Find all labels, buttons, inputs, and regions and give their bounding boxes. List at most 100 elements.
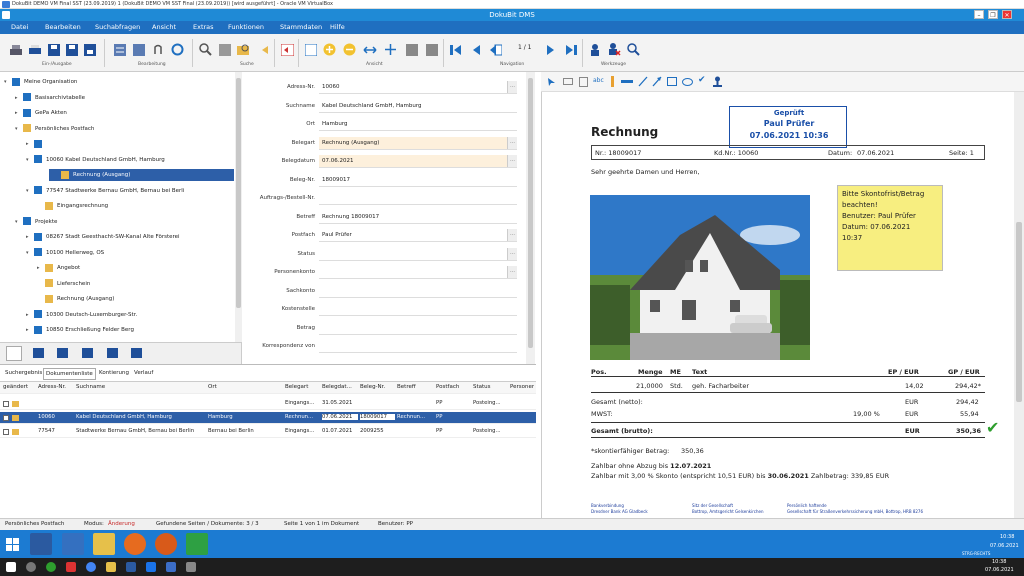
tab-dokumentenliste[interactable]: Dokumentenliste <box>43 368 96 380</box>
menu-ansicht[interactable]: Ansicht <box>152 21 176 34</box>
line-icon[interactable] <box>638 76 648 89</box>
row-checkbox[interactable] <box>3 429 9 435</box>
check-icon[interactable]: ✔ <box>698 75 706 85</box>
page-view-icon[interactable] <box>303 42 318 57</box>
tree-tab-zip-icon[interactable] <box>107 348 118 358</box>
field-input[interactable]: 07.06.2021… <box>319 155 517 168</box>
taskbar-app-2-icon[interactable] <box>62 533 84 555</box>
form-icon[interactable] <box>112 42 127 57</box>
table-row[interactable]: Eingangs... 31.05.2021 PP Posteing... <box>0 398 536 410</box>
fit-width-icon[interactable] <box>362 42 377 57</box>
tree-node[interactable]: 10300 Deutsch-Luxemburger-Str. <box>34 309 137 321</box>
user-delete-icon[interactable] <box>607 42 622 57</box>
chrome-icon[interactable] <box>86 562 96 572</box>
tree-node[interactable]: 08267 Stadt Geesthacht-SW-Kanal Alte För… <box>34 231 180 243</box>
tree-tab-calendar-icon[interactable] <box>57 348 68 358</box>
field-input[interactable]: Kabel Deutschland GmbH, Hamburg <box>319 100 517 113</box>
back-yellow-icon[interactable] <box>256 42 271 57</box>
arrow-icon[interactable] <box>652 76 662 89</box>
first-page-icon[interactable] <box>448 42 463 57</box>
column-header[interactable]: Betreff <box>397 384 434 390</box>
menu-datei[interactable]: Datei <box>11 21 28 34</box>
expand-icon[interactable]: ▸ <box>15 110 18 116</box>
tree-node[interactable]: 10850 Erschließung Felder Berg <box>34 324 134 336</box>
field-input[interactable] <box>319 340 517 353</box>
file-explorer-icon[interactable] <box>93 533 115 555</box>
lookup-button[interactable]: … <box>507 229 517 241</box>
export-icon[interactable] <box>82 42 97 57</box>
marker-icon[interactable] <box>611 76 614 87</box>
host-app-2-icon[interactable] <box>66 562 76 572</box>
collapse-icon[interactable]: ▾ <box>26 188 29 194</box>
prev-page-icon[interactable] <box>468 42 483 57</box>
attach-icon[interactable] <box>150 42 165 57</box>
printer-icon[interactable] <box>27 42 42 57</box>
last-page-icon[interactable] <box>563 42 578 57</box>
row-checkbox[interactable] <box>3 401 9 407</box>
menu-funktionen[interactable]: Funktionen <box>228 21 264 34</box>
prev-doc-icon[interactable] <box>488 42 503 57</box>
menu-bearbeiten[interactable]: Bearbeiten <box>45 21 81 34</box>
close-icon[interactable]: ✕ <box>1002 10 1012 19</box>
menu-extras[interactable]: Extras <box>193 21 214 34</box>
note-icon[interactable] <box>579 77 588 87</box>
lookup-button[interactable]: … <box>507 266 517 278</box>
menu-suchabfragen[interactable]: Suchabfragen <box>95 21 140 34</box>
pointer-icon[interactable] <box>547 77 556 89</box>
tree-tab-list-icon[interactable] <box>131 348 142 358</box>
field-input[interactable]: 10060… <box>319 81 517 94</box>
field-input[interactable]: 18009017 <box>319 174 517 187</box>
column-header[interactable]: Postfach <box>436 384 471 390</box>
zoom-in-icon[interactable] <box>322 42 337 57</box>
user-icon[interactable] <box>587 42 602 57</box>
taskbar-app-1-icon[interactable] <box>30 533 52 555</box>
tab-suchergebnis[interactable]: Suchergebnis <box>3 370 44 376</box>
zoom-out-icon[interactable] <box>342 42 357 57</box>
stamp-icon[interactable] <box>713 76 722 90</box>
field-input[interactable]: Rechnung (Ausgang)… <box>319 136 517 150</box>
host-folder-icon[interactable] <box>106 562 116 572</box>
menu-hilfe[interactable]: Hilfe <box>330 21 345 34</box>
tree-node[interactable]: Projekte <box>23 216 57 228</box>
list-icon[interactable] <box>131 42 146 57</box>
host-app-1-icon[interactable] <box>46 562 56 572</box>
column-header[interactable]: Beleg-Nr. <box>360 384 395 390</box>
column-header[interactable]: Adress-Nr. <box>38 384 74 390</box>
collapse-icon[interactable]: ▾ <box>26 157 29 163</box>
tree-node[interactable]: Eingangsrechnung <box>45 200 108 212</box>
field-input[interactable]: Rechnung 18009017 <box>319 211 517 224</box>
windows-start-icon[interactable] <box>6 538 19 553</box>
expand-icon[interactable]: ▸ <box>26 327 29 333</box>
tree-node[interactable]: Meine Organisation <box>12 76 77 88</box>
column-header[interactable]: geändert <box>3 384 36 390</box>
field-input[interactable] <box>319 192 517 205</box>
column-header[interactable]: Belegdat... <box>322 384 358 390</box>
column-header[interactable]: Belegart <box>285 384 320 390</box>
column-header[interactable]: Status <box>473 384 508 390</box>
maximize-icon[interactable]: ❐ <box>988 10 998 19</box>
next-page-icon[interactable] <box>543 42 558 57</box>
field-input[interactable]: … <box>319 266 517 279</box>
host-search-icon[interactable] <box>26 562 36 572</box>
tree-node[interactable]: Lieferschein <box>45 278 90 290</box>
table-row[interactable]: 10060 Kabel Deutschland GmbH, Hamburg Hamb… <box>0 412 536 424</box>
search-folder-icon[interactable] <box>236 42 251 57</box>
tree-node[interactable]: Angebot <box>45 262 80 274</box>
tree-node[interactable]: Persönliches Postfach <box>23 123 94 135</box>
search-clear-icon[interactable] <box>217 42 232 57</box>
document-scrollbar[interactable] <box>1014 92 1024 518</box>
text-icon[interactable]: abc <box>593 77 604 84</box>
field-input[interactable]: … <box>319 247 517 261</box>
tree-node[interactable]: 77547 Stadtwerke Bernau GmbH, Bernau bei… <box>34 185 184 197</box>
search-icon[interactable] <box>198 42 213 57</box>
dokubit-app-icon[interactable] <box>186 533 208 555</box>
tree-node[interactable]: 10060 Kabel Deutschland GmbH, Hamburg <box>34 154 165 166</box>
fit-page-icon[interactable] <box>383 42 398 57</box>
lookup-button[interactable]: … <box>507 247 517 260</box>
host-start-icon[interactable] <box>6 562 16 572</box>
host-app-7-icon[interactable] <box>166 562 176 572</box>
tray-icons[interactable] <box>908 538 978 548</box>
table-row[interactable]: 77547 Stadtwerke Bernau GmbH, Bernau bei … <box>0 426 536 438</box>
tab-kontierung[interactable]: Kontierung <box>97 370 131 376</box>
tree-tab-active-icon[interactable] <box>6 346 22 361</box>
